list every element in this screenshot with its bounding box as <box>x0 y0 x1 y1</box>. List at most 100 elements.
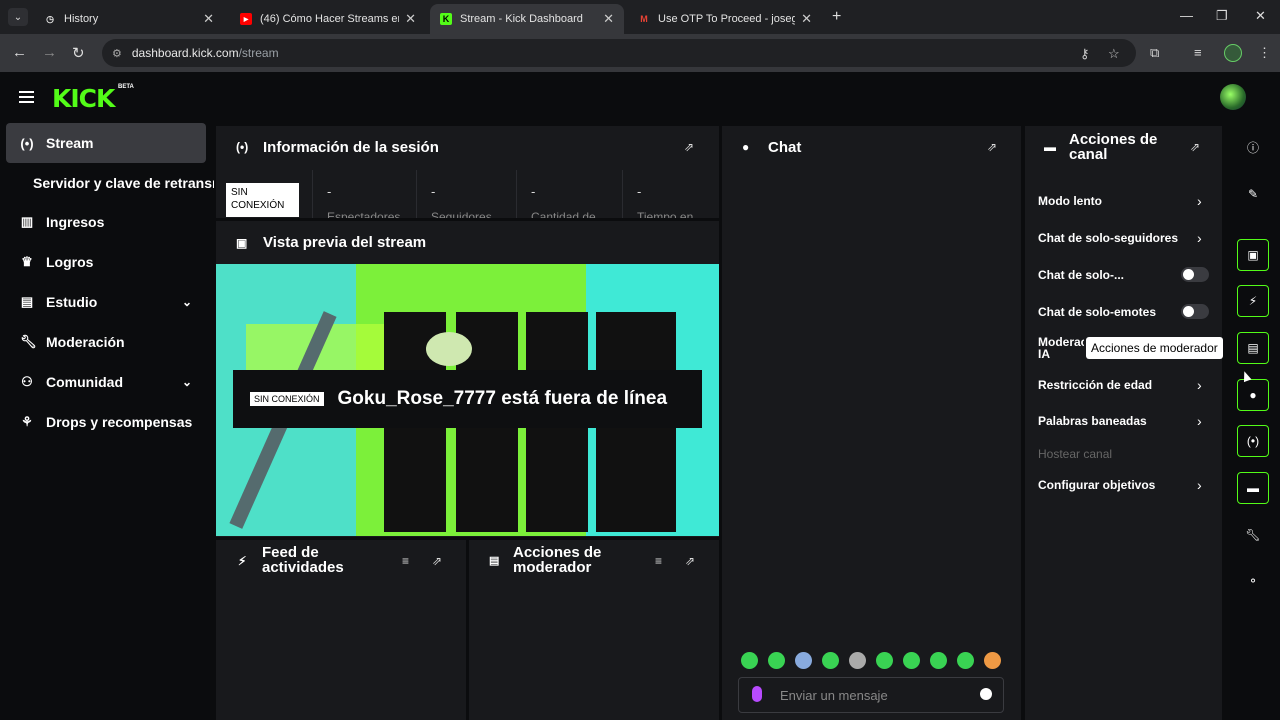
filter-icon[interactable]: ≡ <box>655 554 662 568</box>
emote-icon[interactable] <box>957 652 974 669</box>
drops-icon: ⚘ <box>21 414 33 429</box>
close-tab-icon[interactable]: ✕ <box>801 11 812 27</box>
chevron-down-icon: ⌄ <box>181 375 192 389</box>
tab-search-button[interactable]: ⌄ <box>8 8 28 26</box>
tab-gmail[interactable]: M Use OTP To Proceed - josegabr ✕ <box>628 4 822 34</box>
stat-value: - <box>431 184 436 199</box>
sidebar-item-label: Logros <box>46 254 94 270</box>
sidebar-item-label: Moderación <box>46 334 125 350</box>
emote-icon[interactable] <box>903 652 920 669</box>
community-icon: ⚇ <box>21 374 33 389</box>
session-title: Información de la sesión <box>263 139 439 156</box>
sidebar-item-moderacion[interactable]: 🔧︎ Moderación <box>6 322 206 362</box>
chat-title: Chat <box>768 139 802 156</box>
emote-icon[interactable] <box>795 652 812 669</box>
emote-icon[interactable] <box>849 652 866 669</box>
popout-icon[interactable]: ⇗ <box>432 554 442 568</box>
sidebar-item-logros[interactable]: ♛ Logros <box>6 242 206 282</box>
microphone-icon[interactable] <box>752 686 762 702</box>
back-icon[interactable]: ← <box>12 44 27 61</box>
browser-menu-icon[interactable]: ⋮ <box>1258 45 1271 61</box>
tab-youtube[interactable]: ▶ (46) Cómo Hacer Streams en Kick ✕ <box>230 4 426 34</box>
emotes-only-toggle[interactable] <box>1181 304 1209 319</box>
close-tab-icon[interactable]: ✕ <box>203 11 214 27</box>
channel-title-1: Acciones de <box>1069 131 1158 148</box>
ai-moderation-item[interactable]: Moderación IA <box>1038 336 1084 360</box>
url-bar[interactable]: ⚙ dashboard.kick.com/stream <box>102 39 1136 67</box>
share-icon[interactable]: ⚬ <box>1237 565 1269 597</box>
close-tab-icon[interactable]: ✕ <box>603 11 614 27</box>
password-key-icon[interactable]: ⚷ <box>1080 46 1090 62</box>
session-widget-icon[interactable]: ▣ <box>1237 239 1269 271</box>
tab-kick-dashboard[interactable]: K Stream - Kick Dashboard ✕ <box>430 4 624 34</box>
popout-icon[interactable]: ⇗ <box>685 554 695 568</box>
menu-icon[interactable] <box>19 91 34 103</box>
subs-only-toggle[interactable] <box>1181 267 1209 282</box>
wrench-icon[interactable]: 🔧︎ <box>1237 519 1269 551</box>
reload-icon[interactable]: ↻ <box>72 44 85 62</box>
browser-profile-avatar[interactable] <box>1224 44 1242 62</box>
user-avatar[interactable] <box>1220 84 1246 110</box>
popout-icon[interactable]: ⇗ <box>987 140 997 154</box>
forward-icon[interactable]: → <box>42 44 57 61</box>
popout-icon[interactable]: ⇗ <box>684 140 694 154</box>
info-icon[interactable]: ⓘ <box>1237 131 1269 163</box>
chat-widget-icon[interactable]: ● <box>1237 379 1269 411</box>
broadcast-icon: (•) <box>20 135 34 151</box>
emote-icon[interactable] <box>984 652 1001 669</box>
browser-tab-bar: ⌄ ◷ History ✕ ▶ (46) Cómo Hacer Streams … <box>0 0 1280 34</box>
new-tab-button[interactable]: + <box>832 8 841 26</box>
kick-icon: K <box>440 13 452 25</box>
youtube-icon: ▶ <box>240 13 252 25</box>
sidebar-item-server-key[interactable]: Servidor y clave de retransmisión <box>33 175 214 191</box>
emote-icon[interactable] <box>741 652 758 669</box>
maximize-icon[interactable]: ❐ <box>1216 8 1228 24</box>
goals-item[interactable]: Configurar objetivos <box>1038 478 1155 492</box>
chevron-right-icon[interactable]: › <box>1197 377 1202 393</box>
extensions-icon[interactable]: ⧉ <box>1150 45 1159 61</box>
slow-mode-item[interactable]: Modo lento <box>1038 194 1102 208</box>
followers-only-item[interactable]: Chat de solo-seguidores <box>1038 231 1178 245</box>
url-path: /stream <box>238 46 279 60</box>
age-restriction-item[interactable]: Restricción de edad <box>1038 378 1152 392</box>
broadcast-widget-icon[interactable]: (•) <box>1237 425 1269 457</box>
chevron-right-icon[interactable]: › <box>1197 193 1202 209</box>
lightning-widget-icon[interactable]: ⚡︎ <box>1237 285 1269 317</box>
subs-only-item: Chat de solo-... <box>1038 268 1125 282</box>
modacts-title-1: Acciones de <box>513 544 602 561</box>
site-info-icon[interactable]: ⚙ <box>112 47 122 60</box>
channel-widget-icon[interactable]: ▬ <box>1237 472 1269 504</box>
moderator-widget-icon[interactable]: ▤ <box>1237 332 1269 364</box>
offline-overlay: SIN CONEXIÓN Goku_Rose_7777 está fuera d… <box>233 370 702 428</box>
feed-title-2: actividades <box>262 559 344 576</box>
close-window-icon[interactable]: ✕ <box>1255 8 1266 24</box>
edit-icon[interactable]: ✎ <box>1237 178 1269 210</box>
chevron-right-icon[interactable]: › <box>1197 477 1202 493</box>
tab-history[interactable]: ◷ History ✕ <box>34 4 224 34</box>
banned-words-item[interactable]: Palabras baneadas <box>1038 414 1147 428</box>
emote-icon[interactable] <box>822 652 839 669</box>
filter-icon[interactable]: ≡ <box>402 554 409 568</box>
emote-icon[interactable] <box>768 652 785 669</box>
sidebar-item-ingresos[interactable]: ▥ Ingresos <box>6 202 206 242</box>
sidebar-item-drops[interactable]: ⚘ Drops y recompensas <box>6 402 206 442</box>
media-control-icon[interactable]: ≡ <box>1194 45 1202 60</box>
emote-icon[interactable] <box>876 652 893 669</box>
emoji-picker-icon[interactable] <box>980 688 992 700</box>
stat-followers: - Seguidores <box>416 170 516 218</box>
close-tab-icon[interactable]: ✕ <box>405 11 416 27</box>
kick-logo[interactable]: KICK <box>52 84 115 113</box>
stat-label: Espectadores <box>327 210 401 218</box>
sidebar-item-estudio[interactable]: ▤ Estudio ⌄ <box>6 282 206 322</box>
tab-label: Stream - Kick Dashboard <box>460 13 583 25</box>
chevron-right-icon[interactable]: › <box>1197 413 1202 429</box>
sidebar-item-comunidad[interactable]: ⚇ Comunidad ⌄ <box>6 362 206 402</box>
popout-icon[interactable]: ⇗ <box>1190 140 1200 154</box>
stat-value: - <box>531 184 536 199</box>
sidebar-item-stream[interactable]: (•) Stream <box>6 123 206 163</box>
bookmark-star-icon[interactable]: ☆ <box>1108 46 1120 62</box>
minimize-icon[interactable]: — <box>1180 8 1193 23</box>
chevron-right-icon[interactable]: › <box>1197 230 1202 246</box>
emote-icon[interactable] <box>930 652 947 669</box>
status-badge: SIN CONEXIÓN <box>226 183 299 217</box>
